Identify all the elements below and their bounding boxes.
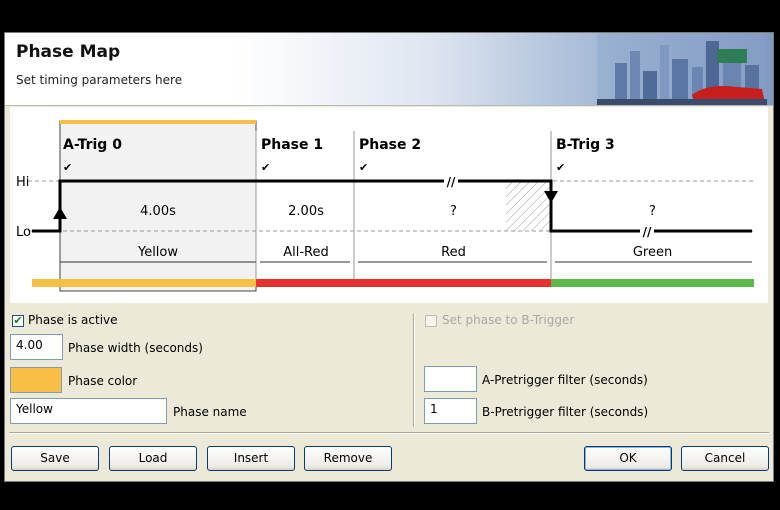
load-button[interactable]: Load — [109, 446, 197, 471]
phase-header[interactable]: B-Trig 3 — [556, 137, 615, 153]
phase-color-name: Yellow — [137, 245, 178, 260]
waveform-break-mark: // — [447, 175, 456, 189]
selected-phase-topbar — [60, 120, 256, 124]
phase-check-icon: ✔ — [261, 161, 270, 174]
dialog-title: Phase Map — [16, 42, 121, 62]
insert-button[interactable]: Insert — [207, 446, 295, 471]
phase-color-bar — [551, 279, 754, 287]
phase-map-dialog: Phase Map Set timing parameters here Hi … — [4, 32, 774, 482]
phase-header[interactable]: Phase 2 — [359, 137, 421, 153]
city-skyline-image — [597, 33, 767, 105]
btrigger-checkbox[interactable] — [425, 315, 437, 327]
phase-active-label: Phase is active — [28, 313, 118, 327]
ok-button[interactable]: OK — [584, 446, 672, 471]
phase-color-swatch[interactable] — [10, 367, 62, 393]
dialog-subtitle: Set timing parameters here — [16, 73, 183, 87]
phase-duration: ? — [649, 204, 656, 219]
waveform-break-mark: // — [643, 225, 652, 239]
b-pretrigger-label: B-Pretrigger filter (seconds) — [482, 405, 649, 419]
phase-timing-diagram: Hi Lo A-Trig 0 ✔ 4.00s Yellow Phase 1 ✔ 2.00s All… — [10, 107, 768, 303]
phase-color-bar — [256, 279, 356, 287]
button-row-separator — [9, 432, 769, 434]
phase-color-name: All-Red — [283, 245, 329, 260]
phase-color-bar — [354, 279, 553, 287]
phase-header[interactable]: A-Trig 0 — [63, 137, 122, 153]
cancel-button[interactable]: Cancel — [681, 446, 769, 471]
hi-label: Hi — [16, 175, 29, 190]
btrigger-label: Set phase to B-Trigger — [442, 313, 575, 327]
b-pretrigger-input[interactable]: 1 — [424, 398, 477, 424]
phase-color-label: Phase color — [68, 374, 138, 388]
phase-color-name: Green — [633, 245, 672, 260]
a-pretrigger-input[interactable] — [424, 366, 477, 392]
phase-width-label: Phase width (seconds) — [68, 341, 203, 355]
phase-duration: 4.00s — [140, 204, 176, 219]
phase-check-icon: ✔ — [359, 161, 368, 174]
phase-check-icon: ✔ — [556, 161, 565, 174]
phase-name-label: Phase name — [173, 405, 247, 419]
a-pretrigger-label: A-Pretrigger filter (seconds) — [482, 373, 648, 387]
phase-check-icon: ✔ — [63, 161, 72, 174]
remove-button[interactable]: Remove — [304, 446, 392, 471]
lo-label: Lo — [16, 225, 31, 240]
phase-duration: ? — [450, 204, 457, 219]
form-vertical-separator — [413, 313, 415, 427]
phase-width-input[interactable]: 4.00 — [10, 334, 63, 360]
transition-hatch — [506, 181, 551, 231]
phase-color-bar — [32, 279, 258, 287]
phase-name-input[interactable]: Yellow — [10, 398, 167, 424]
phase-active-checkbox[interactable]: ✔ — [12, 315, 24, 327]
phase-header[interactable]: Phase 1 — [261, 137, 323, 153]
phase-duration: 2.00s — [288, 204, 324, 219]
header-banner: Phase Map Set timing parameters here — [5, 33, 773, 106]
phase-color-name: Red — [441, 245, 466, 260]
save-button[interactable]: Save — [11, 446, 99, 471]
